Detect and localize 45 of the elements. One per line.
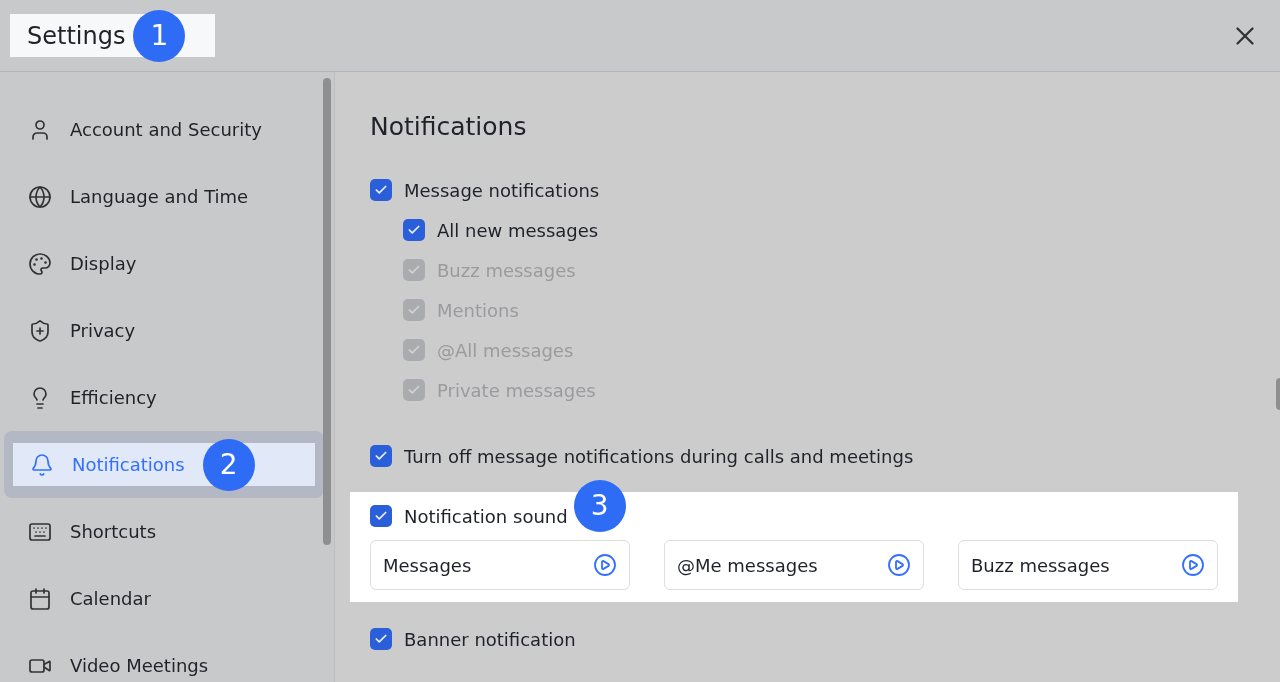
play-icon xyxy=(593,553,617,577)
option-label: Notification sound xyxy=(404,504,568,529)
sound-preview-button[interactable]: Buzz messages xyxy=(958,540,1218,590)
palette-icon xyxy=(28,251,52,276)
calendar-icon xyxy=(28,586,52,611)
sidebar-item[interactable]: Privacy xyxy=(28,317,136,344)
check-icon xyxy=(374,509,388,523)
check-icon xyxy=(374,183,388,197)
sound-preview-button[interactable]: @Me messages xyxy=(664,540,924,590)
scrollbar-thumb[interactable] xyxy=(323,78,331,545)
step-number-badge: 1 xyxy=(133,9,186,62)
globe-icon xyxy=(28,184,52,209)
sidebar-item[interactable]: Language and Time xyxy=(28,183,249,210)
check-icon xyxy=(407,263,421,277)
checkbox[interactable] xyxy=(370,628,392,650)
check-icon xyxy=(407,303,421,317)
check-icon xyxy=(407,343,421,357)
checkbox[interactable] xyxy=(370,445,392,467)
option-label: All new messages xyxy=(437,218,599,243)
option-label: Message notifications xyxy=(404,178,600,203)
step-number-badge: 2 xyxy=(202,438,255,491)
sidebar-item[interactable]: Efficiency xyxy=(28,384,157,411)
sidebar-item[interactable]: Shortcuts xyxy=(28,518,157,545)
checkbox[interactable] xyxy=(370,505,392,527)
option-label: Banner notification xyxy=(404,627,576,652)
check-icon xyxy=(407,383,421,397)
shield-plus-icon xyxy=(28,318,52,343)
check-icon xyxy=(407,223,421,237)
section-heading: Notifications xyxy=(370,112,528,142)
play-icon xyxy=(1181,553,1205,577)
check-icon xyxy=(374,632,388,646)
sidebar-item[interactable]: Calendar xyxy=(28,585,151,612)
scrollbar-thumb[interactable] xyxy=(1276,378,1280,410)
step-number-badge: 3 xyxy=(573,480,626,532)
window-title: Settings xyxy=(27,20,126,52)
check-icon xyxy=(374,449,388,463)
sound-preview-button[interactable]: Messages xyxy=(370,540,630,590)
option-label: Turn off message notifications during calls and meetings xyxy=(404,444,914,469)
bell-icon xyxy=(30,452,54,477)
checkbox[interactable] xyxy=(403,219,425,241)
checkbox[interactable] xyxy=(370,179,392,201)
play-icon xyxy=(887,553,911,577)
sidebar-item[interactable]: Account and Security xyxy=(28,116,262,143)
sidebar-item[interactable]: Display xyxy=(28,250,137,277)
sidebar-item[interactable]: Video Meetings xyxy=(28,652,209,679)
